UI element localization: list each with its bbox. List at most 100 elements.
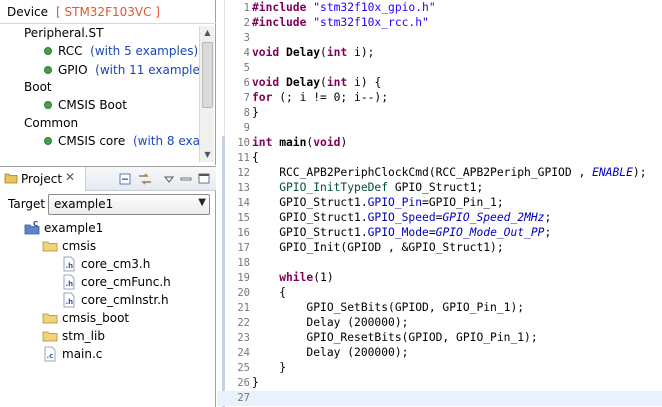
tree-item-cmsis-boot[interactable]: CMSIS Boot [44,98,127,112]
close-icon[interactable]: ✕ [65,170,75,184]
code-token: int [252,136,273,149]
link-with-editor-icon[interactable] [137,171,153,187]
tree-item-label: stm_lib [62,329,105,343]
tree-item-cmsis-core[interactable]: CMSIS core (with 8 examp [44,134,199,148]
code-line[interactable]: 27 [217,391,662,406]
code-line[interactable]: 12 RCC_APB2PeriphClockCmd(RCC_APB2Periph… [217,166,662,181]
code-token: GPIO_Struct1. [252,226,368,239]
code-line[interactable]: 14 GPIO_Struct1.GPIO_Pin=GPIO_Pin_1; [217,196,662,211]
code-line[interactable]: 15 GPIO_Struct1.GPIO_Speed=GPIO_Speed_2M… [217,211,662,226]
tree-item-label: cmsis_boot [62,311,130,325]
code-token: { [252,151,259,164]
header-file-icon: .h [63,274,75,290]
component-name: CMSIS Boot [58,98,127,112]
code-line[interactable]: 8} [217,106,662,121]
code-token: GPIO_Mode_Out_PP [435,226,545,239]
line-number: 17 [237,242,250,254]
code-line[interactable]: 22 Delay (200000); [217,316,662,331]
tree-item-rcc[interactable]: RCC (with 5 examples) [44,44,198,58]
device-scrollbar[interactable]: ▲ ▼ [199,26,214,162]
line-number: 21 [237,302,250,314]
svg-text:.h: .h [66,298,74,306]
code-token: (1) [313,271,334,284]
code-line[interactable]: 13 GPIO_InitTypeDef GPIO_Struct1; [217,181,662,196]
maximize-icon[interactable] [196,171,212,187]
line-number: 25 [237,362,250,374]
code-line[interactable]: 6 void Delay(int i) { [217,76,662,91]
code-text: GPIO_Init(GPIOD , &GPIO_Struct1); [252,241,504,254]
code-line[interactable]: 23 GPIO_ResetBits(GPIOD, GPIO_Pin_1); [217,331,662,346]
code-line[interactable]: 16 GPIO_Struct1.GPIO_Mode=GPIO_Mode_Out_… [217,226,662,241]
line-number: 16 [237,227,250,239]
code-token: GPIO_Struct1. [252,196,368,209]
target-value: example1 [54,197,114,211]
tree-group-common[interactable]: Common [24,116,78,130]
code-token: void [252,76,280,89]
examples-count[interactable]: (with 5 examples) [90,44,198,58]
scroll-up-arrow-icon[interactable]: ▲ [200,26,215,40]
project-tab-label: Project [21,172,63,186]
code-text: #include "stm32f10x_rcc.h" [252,16,429,29]
chevron-down-icon[interactable]: ▼ [198,197,206,208]
device-label: Device [7,5,49,19]
code-line[interactable]: 4 void Delay(int i); [217,46,662,61]
code-token: i); [347,46,375,59]
code-token: #include [252,1,314,14]
code-token: GPIO_ResetBits(GPIOD, GPIO_Pin_1); [252,331,538,344]
code-editor[interactable]: 1 #include "stm32f10x_gpio.h" 2 #include "s… [217,0,662,407]
code-line[interactable]: 9 [217,121,662,136]
code-line[interactable]: 5 [217,61,662,76]
line-number: 15 [237,212,250,224]
device-value[interactable]: [ STM32F103VC ] [56,5,160,19]
code-token: GPIO_SetBits(GPIOD, GPIO_Pin_1); [252,301,525,314]
code-line[interactable]: 3 [217,31,662,46]
code-line[interactable]: 10 int main(void) [217,136,662,151]
code-text: int main(void) [252,136,347,149]
c-source-file-icon: .c [44,346,56,362]
component-name: GPIO [58,63,88,77]
tree-group-peripheral-st[interactable]: Peripheral.ST [24,26,103,40]
code-text: GPIO_Struct1.GPIO_Mode=GPIO_Mode_Out_PP; [252,226,551,239]
component-bullet-icon [44,66,52,74]
tree-group-boot[interactable]: Boot [24,80,52,94]
view-menu-icon[interactable] [161,171,177,187]
code-line[interactable]: 20 { [217,286,662,301]
scroll-thumb[interactable] [202,42,213,108]
code-line[interactable]: 26} [217,376,662,391]
code-line[interactable]: 1 #include "stm32f10x_gpio.h" [217,1,662,16]
scroll-down-arrow-icon[interactable]: ▼ [200,148,215,162]
line-number: 20 [237,287,250,299]
code-line[interactable]: 2 #include "stm32f10x_rcc.h" [217,16,662,31]
code-token: Delay [279,76,321,89]
code-line[interactable]: 19 while(1) [217,271,662,286]
tab-project[interactable]: Project ✕ [0,167,86,191]
code-line[interactable]: 21 GPIO_SetBits(GPIOD, GPIO_Pin_1); [217,301,662,316]
line-number: 23 [237,332,250,344]
code-token: while [252,271,314,284]
line-number: 26 [237,377,250,389]
code-text: } [252,106,259,119]
code-token: GPIO_Pin [367,196,423,209]
code-line[interactable]: 24 Delay (200000); [217,346,662,361]
examples-count[interactable]: (with 8 examp [133,134,199,148]
code-line[interactable]: 25 } [217,361,662,376]
target-label: Target [8,197,46,211]
target-select[interactable]: example1 ▼ [48,194,210,215]
code-token: GPIO_Init(GPIOD , &GPIO_Struct1); [252,241,504,254]
collapse-all-icon[interactable] [117,171,133,187]
minimize-icon[interactable] [178,171,194,187]
code-line[interactable]: 17 GPIO_Init(GPIOD , &GPIO_Struct1); [217,241,662,256]
code-line[interactable]: 11{ [217,151,662,166]
code-token: i) { [347,76,382,89]
code-token: GPIO_Speed_2MHz [442,211,545,224]
tree-item-gpio[interactable]: GPIO (with 11 examples) [44,63,211,77]
code-token: ; [544,211,552,224]
line-number: 6 [243,77,250,89]
code-line[interactable]: 18 [217,256,662,271]
code-line[interactable]: 7 for (; i != 0; i--); [217,91,662,106]
line-number: 11 [237,152,250,164]
code-text: } [252,361,286,374]
examples-count[interactable]: (with 11 examples) [95,63,211,77]
code-token: { [252,286,287,299]
svg-text:.c: .c [47,352,54,360]
